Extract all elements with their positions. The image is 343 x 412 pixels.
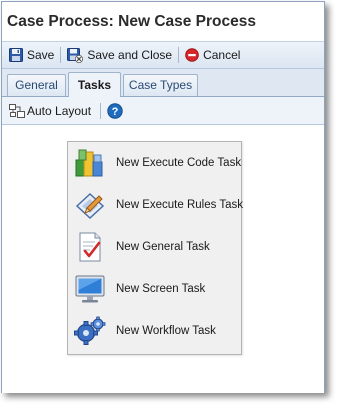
menu-item-label: New Execute Code Task: [116, 157, 242, 169]
menu-item-new-execute-code-task[interactable]: New Execute Code Task: [68, 142, 241, 184]
toolbar-divider: [178, 47, 180, 63]
tasks-toolbar: Auto Layout ?: [2, 97, 324, 125]
main-toolbar: Save Save and Close Cancel: [2, 42, 324, 69]
help-icon: ?: [107, 102, 123, 119]
auto-layout-label: Auto Layout: [27, 103, 92, 118]
execute-code-icon: [73, 146, 107, 180]
menu-item-label: New Screen Task: [116, 283, 206, 295]
menu-item-label: New General Task: [116, 241, 210, 253]
menu-item-label: New Execute Rules Task: [116, 199, 243, 211]
menu-item-label: New Workflow Task: [116, 325, 216, 337]
svg-text:?: ?: [112, 106, 119, 118]
auto-layout-icon: [9, 103, 25, 119]
save-label: Save: [27, 48, 55, 62]
menu-item-new-general-task[interactable]: New General Task: [68, 226, 241, 268]
menu-item-new-execute-rules-task[interactable]: New Execute Rules Task: [68, 184, 243, 226]
save-and-close-label: Save and Close: [87, 48, 173, 62]
general-task-icon: [73, 230, 107, 264]
cancel-label: Cancel: [203, 48, 241, 62]
tab-case-types[interactable]: Case Types: [123, 74, 198, 96]
new-task-menu: New Execute Code Task New Execute Rules …: [67, 141, 243, 355]
save-icon: [9, 48, 23, 62]
tab-strip: General Tasks Case Types: [2, 69, 324, 97]
tasks-canvas: New Execute Code Task New Execute Rules …: [2, 125, 324, 393]
cancel-button[interactable]: Cancel: [182, 44, 243, 66]
save-close-icon: [67, 47, 84, 63]
toolbar-divider: [100, 102, 102, 119]
save-button[interactable]: Save: [6, 44, 57, 66]
toolbar-divider: [60, 47, 62, 63]
execute-rules-icon: [73, 188, 107, 222]
workflow-task-icon: [73, 314, 107, 348]
menu-item-new-workflow-task[interactable]: New Workflow Task: [68, 310, 241, 352]
cancel-icon: [185, 48, 199, 62]
save-and-close-button[interactable]: Save and Close: [64, 44, 175, 66]
auto-layout-button[interactable]: Auto Layout: [6, 100, 94, 122]
window-title: Case Process: New Case Process: [2, 2, 324, 42]
tab-general[interactable]: General: [7, 74, 66, 96]
menu-item-new-screen-task[interactable]: New Screen Task: [68, 268, 241, 310]
screen-task-icon: [73, 272, 107, 306]
help-button[interactable]: ?: [104, 100, 126, 122]
case-process-window: Case Process: New Case Process Save Save…: [1, 1, 325, 393]
tab-tasks[interactable]: Tasks: [68, 72, 121, 97]
